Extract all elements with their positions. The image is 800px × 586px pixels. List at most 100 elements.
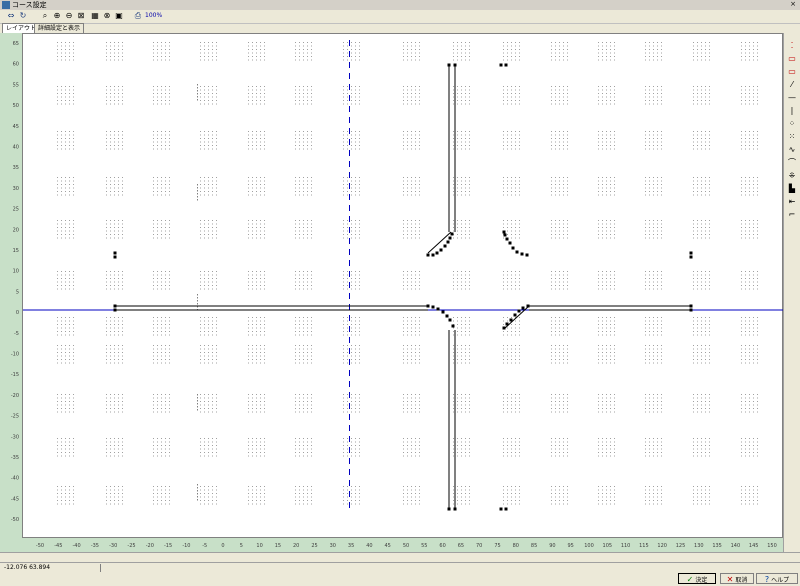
course-drawing[interactable]	[23, 34, 784, 539]
grid-dot	[248, 288, 249, 290]
grid-dot	[606, 445, 607, 446]
grid-dot	[106, 278, 107, 279]
grid-dot	[248, 362, 249, 364]
zoom-in-icon[interactable]: ⊕	[52, 11, 62, 21]
grid-dot	[469, 227, 470, 228]
grid-dot	[653, 49, 654, 50]
frame-icon[interactable]: ▣	[114, 11, 124, 21]
grid-dot	[661, 345, 662, 346]
grid-dot	[57, 278, 58, 279]
grid-dot	[419, 401, 420, 402]
grid-dot	[295, 234, 296, 235]
grid-dot	[661, 180, 662, 182]
grid-dot	[73, 489, 74, 491]
grid-dot	[299, 42, 300, 43]
grid-dot	[157, 452, 158, 453]
grid-dot	[114, 237, 115, 239]
grid-dot	[110, 187, 111, 189]
open-icon[interactable]: ⇔	[6, 11, 16, 21]
grid-dot	[701, 89, 702, 91]
grid-dot	[465, 394, 466, 395]
grid-dot	[343, 448, 344, 450]
grid-dot	[614, 93, 615, 94]
grid-dot	[610, 274, 611, 276]
grid-dot	[407, 100, 408, 101]
zoom-icon[interactable]: ⌕	[40, 11, 50, 21]
grid-dot	[741, 288, 742, 290]
grid-dot	[555, 131, 556, 132]
grid-dot	[256, 52, 257, 54]
grid-dot	[260, 285, 261, 286]
grid-dot	[106, 455, 107, 457]
grid-dot	[69, 131, 70, 132]
grid-dot	[208, 234, 209, 235]
course-canvas[interactable]	[22, 33, 784, 539]
grid-dot	[355, 411, 356, 413]
grid-dot	[503, 359, 504, 360]
zoom-out-icon[interactable]: ⊖	[64, 11, 74, 21]
grid-dot	[457, 177, 458, 178]
grid-dot	[343, 100, 344, 101]
grid-icon[interactable]: ▦	[90, 11, 100, 21]
grid-dot	[661, 411, 662, 413]
tab-detail[interactable]: 詳細設定と表示	[34, 23, 85, 33]
grid-dot	[252, 455, 253, 457]
redo-icon[interactable]: ↻	[18, 11, 28, 21]
grid-dot	[347, 327, 348, 329]
grid-dot	[709, 52, 710, 54]
grid-dot	[453, 486, 454, 487]
grid-dot	[602, 234, 603, 235]
grid-dot	[65, 408, 66, 409]
grid-dot	[657, 288, 658, 290]
grid-dot	[701, 100, 702, 101]
grid-dot	[602, 145, 603, 146]
grid-dot	[697, 324, 698, 325]
grid-dot	[693, 359, 694, 360]
grid-dot	[248, 89, 249, 91]
grid-dot	[515, 134, 516, 136]
grid-dot	[208, 408, 209, 409]
grid-dot	[503, 223, 504, 225]
grid-dot	[563, 191, 564, 192]
grid-dot	[461, 500, 462, 501]
grid-dot	[351, 348, 352, 350]
fit-icon[interactable]: ⊠	[76, 11, 86, 21]
grid-dot	[110, 397, 111, 399]
close-button[interactable]: ×	[788, 0, 798, 9]
grid-dot	[216, 320, 217, 322]
grid-dot	[307, 131, 308, 132]
grid-dot	[153, 184, 154, 185]
grid-dot	[653, 278, 654, 279]
grid-dot	[252, 493, 253, 494]
print-icon[interactable]: ⎙	[133, 11, 143, 21]
grid-dot	[216, 138, 217, 139]
grid-dot	[602, 352, 603, 353]
grid-dot	[264, 452, 265, 453]
grid-dot	[653, 401, 654, 402]
grid-dot	[515, 327, 516, 329]
grid-dot	[260, 134, 261, 136]
grid-dot	[697, 274, 698, 276]
grid-dot	[114, 42, 115, 43]
grid-dot	[511, 134, 512, 136]
grid-dot	[212, 334, 213, 336]
grid-dot	[614, 278, 615, 279]
grid-dot	[299, 227, 300, 228]
grid-dot	[169, 194, 170, 196]
grid-dot	[343, 278, 344, 279]
grid-dot	[697, 89, 698, 91]
grid-dot	[653, 285, 654, 286]
grid-dot	[563, 45, 564, 47]
grid-dot	[200, 220, 201, 221]
grid-dot	[515, 220, 516, 221]
grid-dot	[465, 138, 466, 139]
link-icon[interactable]: ⊗	[102, 11, 112, 21]
grid-dot	[200, 317, 201, 318]
grid-dot	[415, 45, 416, 47]
zoom-level[interactable]: 100%	[145, 12, 162, 19]
grid-dot	[65, 411, 66, 413]
grid-dot	[65, 445, 66, 446]
grid-dot	[461, 448, 462, 450]
grid-dot	[165, 408, 166, 409]
grid-dot	[114, 180, 115, 182]
